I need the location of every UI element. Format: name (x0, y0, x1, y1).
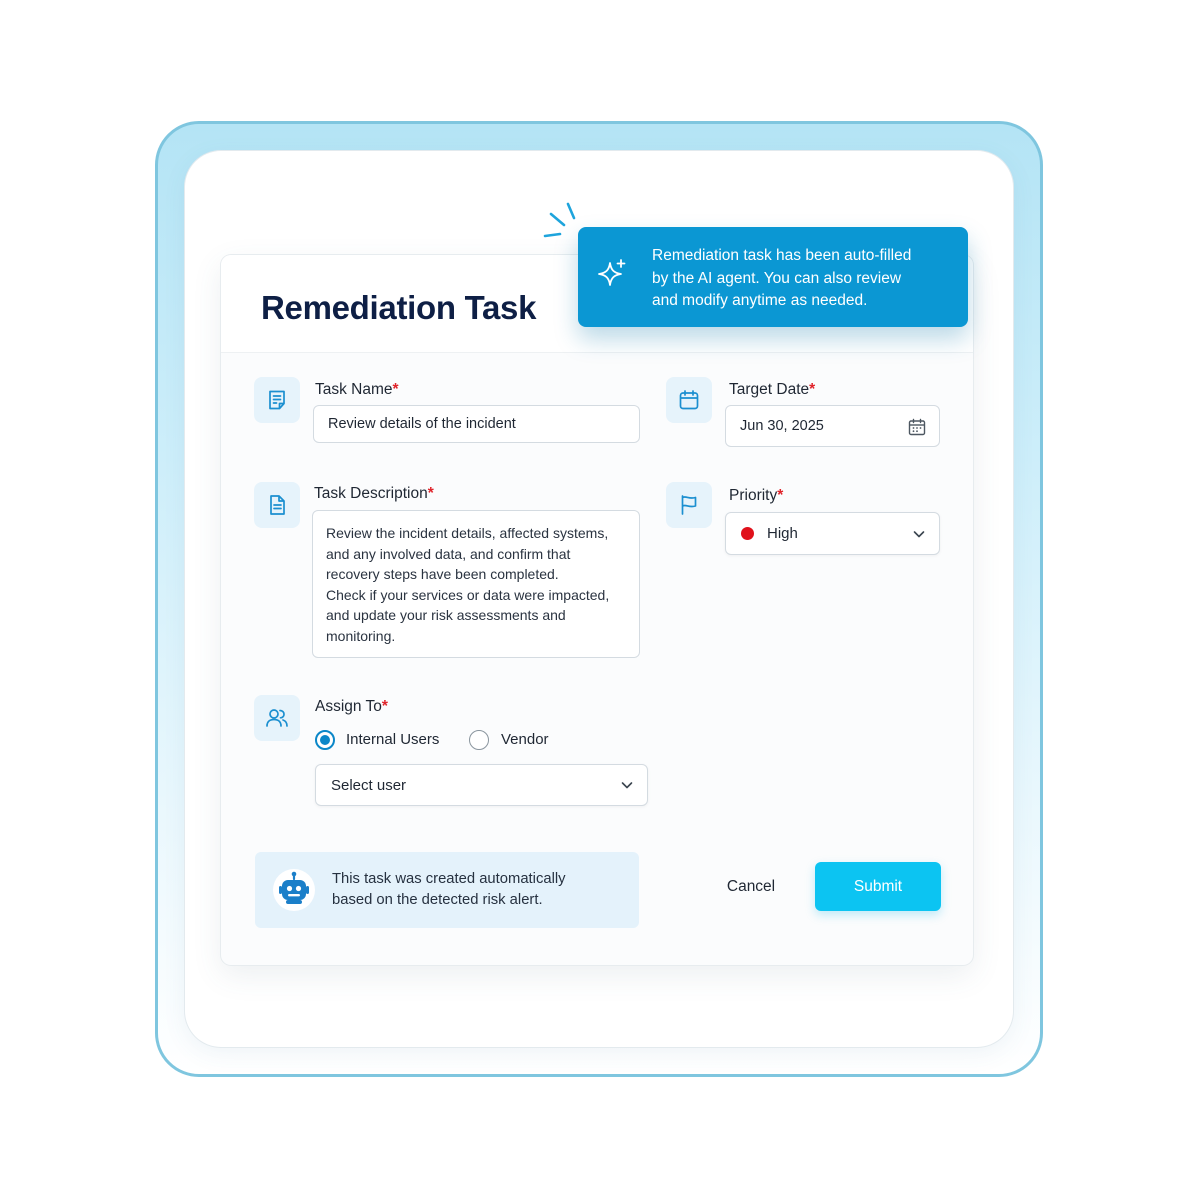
target-date-input[interactable]: Jun 30, 2025 (725, 405, 940, 447)
auto-note-line: based on the detected risk alert. (332, 892, 543, 908)
radio-vendor-label[interactable]: Vendor (501, 731, 549, 748)
radio-internal-users-label[interactable]: Internal Users (346, 731, 439, 748)
required-marker: * (392, 381, 399, 398)
description-line: monitoring. (326, 627, 396, 644)
priority-field-icon (666, 482, 712, 528)
task-description-textarea[interactable]: Review the incident details, affected sy… (312, 510, 640, 658)
task-name-input[interactable]: Review details of the incident (313, 405, 640, 443)
auto-note-line: This task was created automatically (332, 871, 566, 887)
target-date-value: Jun 30, 2025 (740, 418, 824, 434)
auto-note-text: This task was created automatically base… (332, 869, 566, 911)
required-marker: * (777, 487, 784, 504)
assign-to-label-text: Assign To (315, 698, 382, 715)
description-line: Check if your services or data were impa… (326, 586, 610, 603)
assign-to-field-icon (254, 695, 300, 741)
calendar-icon (679, 390, 699, 410)
submit-button[interactable]: Submit (815, 862, 941, 911)
priority-high-dot (741, 527, 754, 540)
ai-banner-text: Remediation task has been auto-filled by… (652, 245, 952, 313)
description-line: recovery steps have been completed. (326, 566, 559, 583)
target-date-label-text: Target Date (729, 381, 810, 398)
assign-to-label: Assign To* (315, 698, 388, 716)
radio-vendor[interactable] (469, 730, 489, 750)
users-icon (266, 709, 288, 727)
description-line: and update your risk assessments and (326, 607, 566, 624)
notes-icon (269, 390, 285, 410)
flag-icon (681, 495, 697, 515)
auto-created-note: This task was created automatically base… (255, 852, 639, 928)
priority-label: Priority* (729, 487, 783, 505)
required-marker: * (381, 698, 388, 715)
target-date-label: Target Date* (729, 381, 815, 399)
cancel-button[interactable]: Cancel (706, 870, 796, 904)
task-description-label-text: Task Description (314, 485, 428, 502)
priority-value: High (767, 525, 798, 542)
ai-banner-line: Remediation task has been auto-filled (652, 247, 912, 264)
select-user-placeholder: Select user (331, 776, 407, 794)
task-name-field-icon (254, 377, 300, 423)
calendar-picker-icon[interactable] (907, 417, 927, 437)
required-marker: * (427, 485, 434, 502)
radio-internal-users[interactable] (315, 730, 335, 750)
sparkle-icon (598, 259, 626, 286)
chevron-down-icon (913, 530, 925, 537)
required-marker: * (809, 381, 816, 398)
task-description-field-icon (254, 482, 300, 528)
task-name-label: Task Name* (315, 381, 399, 399)
robot-icon (273, 869, 315, 911)
ai-banner-line: by the AI agent. You can also review (652, 269, 902, 287)
description-line: and any involved data, and confirm that (326, 545, 571, 562)
priority-label-text: Priority (729, 487, 778, 504)
ai-banner-line: and modify anytime as needed. (652, 292, 868, 309)
page-title: Remediation Task (261, 289, 537, 326)
ai-autofill-banner: Remediation task has been auto-filled by… (578, 227, 968, 327)
task-description-label: Task Description* (314, 485, 434, 503)
task-name-label-text: Task Name (315, 381, 393, 398)
description-line: Review the incident details, affected sy… (326, 525, 609, 541)
target-date-field-icon (666, 377, 712, 423)
chevron-down-icon (621, 782, 633, 789)
select-user-dropdown[interactable]: Select user (315, 764, 648, 806)
priority-select[interactable]: High (725, 512, 940, 555)
document-icon (270, 495, 285, 515)
